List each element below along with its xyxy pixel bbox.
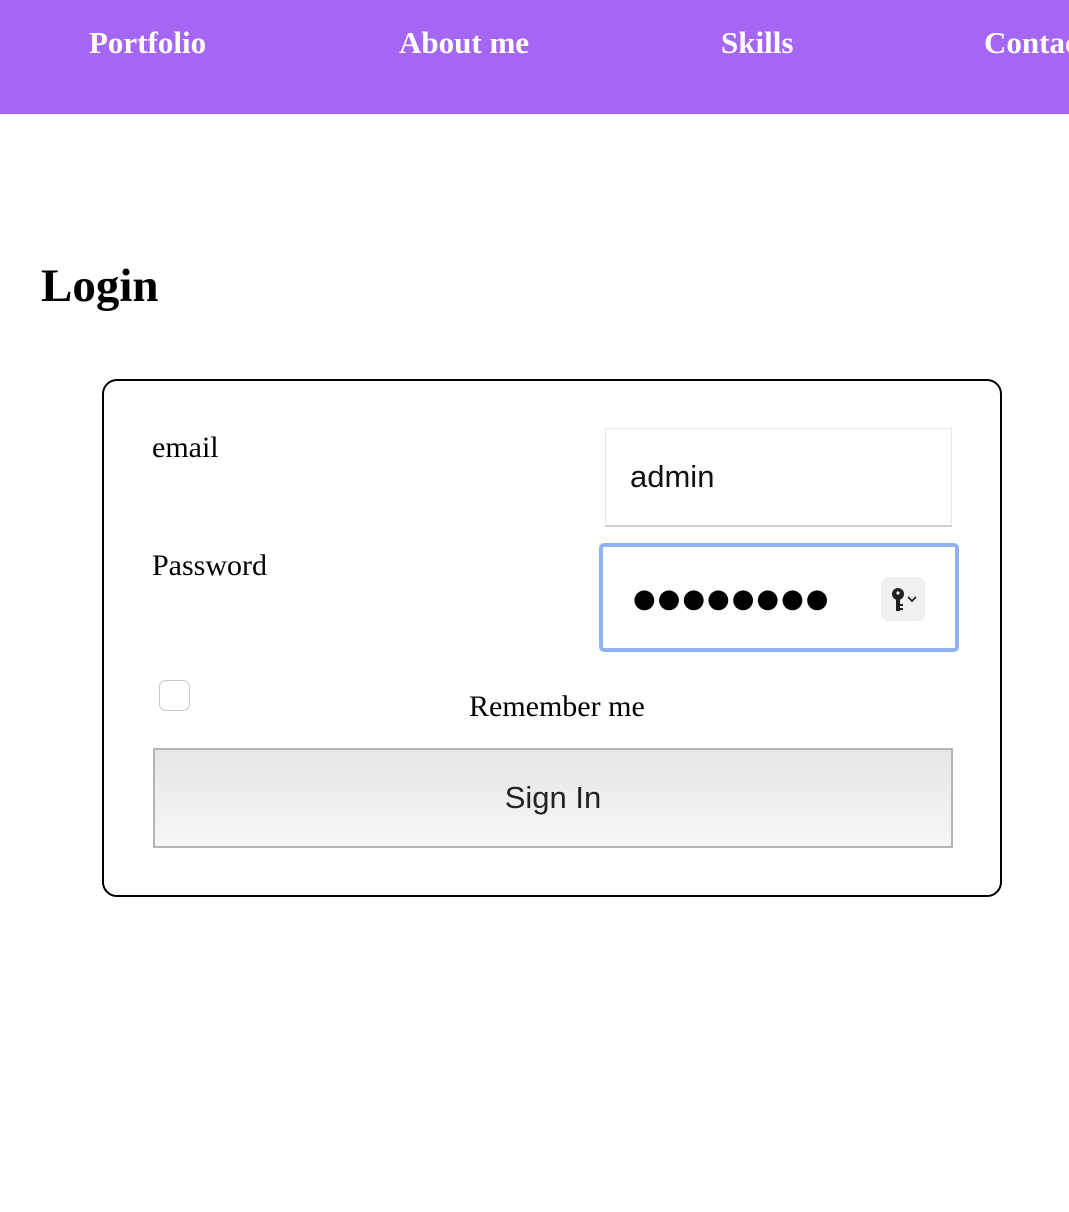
- remember-me-checkbox[interactable]: [159, 680, 190, 711]
- remember-me-label[interactable]: Remember me: [469, 689, 645, 725]
- chevron-down-icon: [907, 596, 917, 603]
- nav-link-portfolio[interactable]: Portfolio: [89, 24, 206, 62]
- password-masked-value: ●●●●●●●●: [633, 584, 831, 614]
- nav-link-skills[interactable]: Skills: [721, 24, 793, 62]
- password-field[interactable]: ●●●●●●●●: [599, 543, 959, 652]
- password-label: Password: [152, 549, 268, 582]
- page-title: Login: [41, 260, 159, 312]
- nav-link-contact[interactable]: Contact: [984, 24, 1069, 62]
- top-navbar: Portfolio About me Skills Contact: [0, 0, 1069, 114]
- nav-link-about-me[interactable]: About me: [399, 24, 529, 62]
- password-manager-key-button[interactable]: [881, 577, 925, 621]
- sign-in-button[interactable]: Sign In: [153, 748, 953, 848]
- email-field[interactable]: [605, 428, 952, 527]
- email-label: email: [152, 431, 219, 464]
- key-icon: [892, 588, 917, 611]
